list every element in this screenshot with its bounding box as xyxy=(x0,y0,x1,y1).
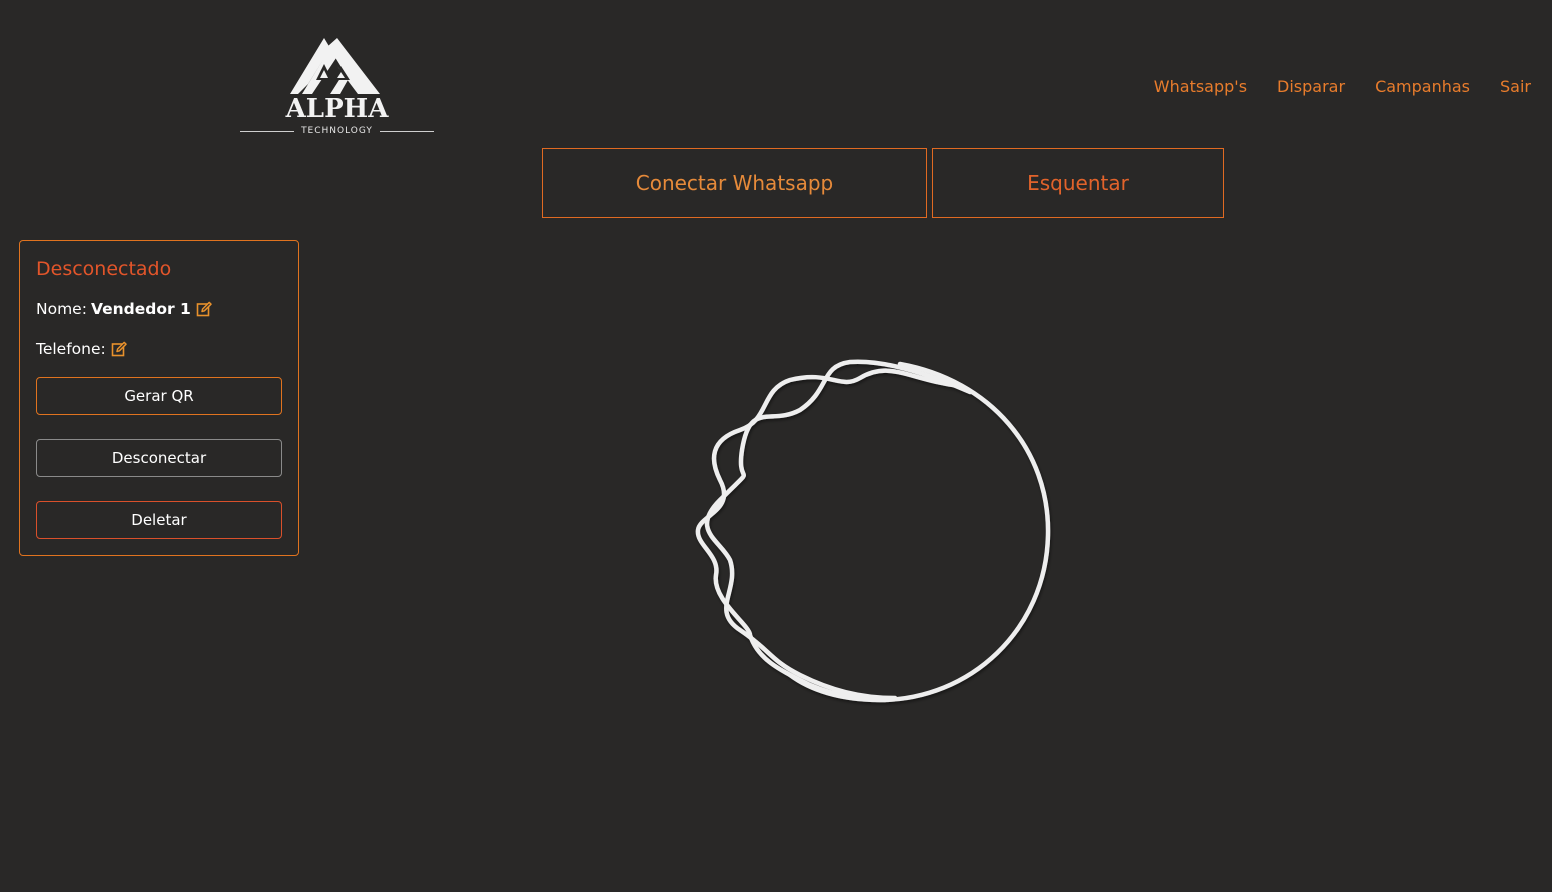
status-label: Desconectado xyxy=(36,258,172,280)
alpha-mountain-logo xyxy=(290,38,380,94)
nav-item-whatsapps[interactable]: Whatsapp's xyxy=(1154,76,1247,98)
nav-item-sair[interactable]: Sair xyxy=(1500,76,1531,98)
name-value: Vendedor 1 xyxy=(90,300,191,318)
delete-button[interactable]: Deletar xyxy=(36,501,282,539)
warmup-button[interactable]: Esquentar xyxy=(932,148,1224,218)
disconnect-button[interactable]: Desconectar xyxy=(36,439,282,477)
instance-card: Desconectado Nome: Vendedor 1 Telefone: xyxy=(19,240,299,556)
edit-icon[interactable] xyxy=(111,341,127,357)
phone-row: Telefone: xyxy=(36,339,127,359)
spinner-icon xyxy=(695,359,1051,703)
main-nav: Whatsapp's Disparar Campanhas Sair xyxy=(1154,76,1531,98)
generate-qr-button[interactable]: Gerar QR xyxy=(36,377,282,415)
phone-label: Telefone: xyxy=(36,340,106,358)
brand-title: ALPHA xyxy=(285,94,389,124)
name-row: Nome: Vendedor 1 xyxy=(36,299,212,319)
edit-icon[interactable] xyxy=(196,301,212,317)
nav-item-campanhas[interactable]: Campanhas xyxy=(1375,76,1470,98)
brand-subtitle-row: TECHNOLOGY xyxy=(240,125,434,137)
loading-spinner xyxy=(680,340,1070,720)
page: ALPHA TECHNOLOGY Whatsapp's Disparar Cam… xyxy=(0,0,1552,892)
name-label: Nome: xyxy=(36,300,87,318)
brand-logo[interactable]: ALPHA TECHNOLOGY xyxy=(240,36,434,138)
connect-whatsapp-button[interactable]: Conectar Whatsapp xyxy=(542,148,927,218)
logo-divider-right xyxy=(380,131,434,132)
nav-item-disparar[interactable]: Disparar xyxy=(1277,76,1345,98)
